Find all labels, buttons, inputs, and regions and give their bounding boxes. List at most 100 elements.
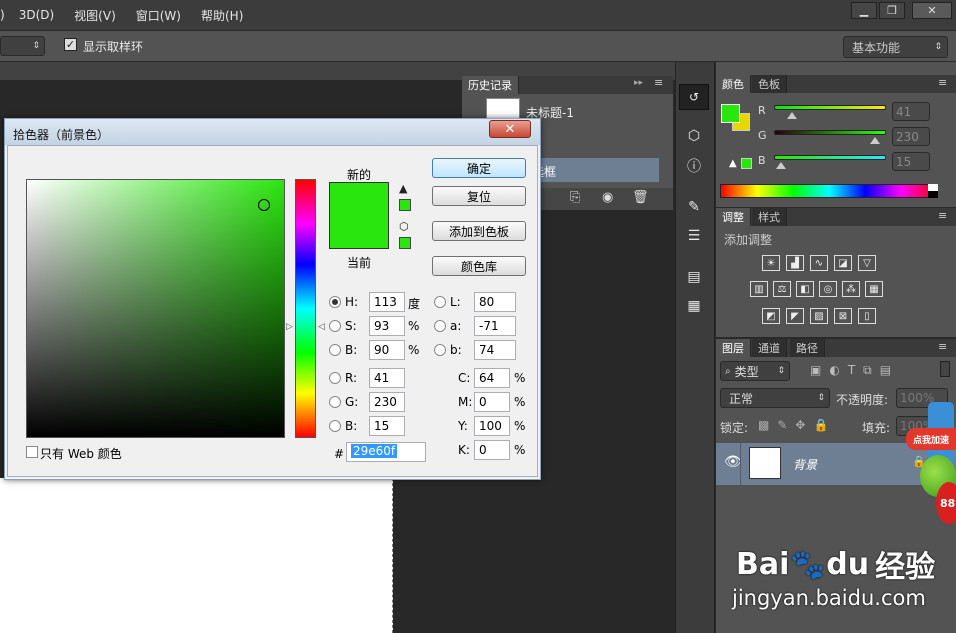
tab-swatches[interactable]: 色板: [752, 75, 787, 93]
character-icon[interactable]: ▤: [681, 265, 707, 289]
dialog-titlebar[interactable]: 拾色器（前景色）: [5, 119, 540, 145]
menu-item-view[interactable]: 视图(V): [74, 7, 116, 24]
hue-arrow-left-icon[interactable]: ▷: [286, 322, 293, 332]
radio-lab-b[interactable]: [434, 344, 446, 356]
web-safe-swatch[interactable]: [399, 237, 411, 249]
curves-icon[interactable]: ∿: [810, 255, 828, 271]
spectrum-black[interactable]: [928, 191, 938, 198]
add-to-swatches-button[interactable]: 添加到色板: [432, 221, 526, 241]
hue-saturation-icon[interactable]: ▥: [750, 281, 768, 297]
workspace-select[interactable]: 基本功能 ⇕: [843, 36, 948, 58]
radio-b[interactable]: [329, 344, 341, 356]
smart-filter-icon[interactable]: ▤: [880, 363, 891, 378]
info-icon[interactable]: ⓘ: [681, 154, 707, 178]
foreground-color-swatch[interactable]: [721, 104, 740, 123]
gamut-warning-icon[interactable]: ▲: [729, 158, 737, 169]
tab-channels[interactable]: 通道: [752, 339, 787, 357]
filter-toggle-switch[interactable]: [940, 361, 950, 377]
channel-slider-r[interactable]: [774, 105, 886, 110]
camera-icon[interactable]: ◉: [602, 190, 613, 205]
layer-name[interactable]: 背景: [793, 456, 817, 473]
menu-item-3d[interactable]: 3D(D): [19, 8, 54, 22]
web-colors-only-checkbox[interactable]: [26, 446, 38, 458]
gamut-swatch[interactable]: [399, 199, 411, 211]
brush-icon[interactable]: ✎: [681, 195, 707, 219]
lab-field-a[interactable]: -71: [474, 316, 516, 336]
color-field[interactable]: [26, 179, 285, 438]
brush-presets-icon[interactable]: ☰: [681, 224, 707, 248]
gamut-warning-icon[interactable]: ▲: [399, 182, 407, 195]
sample-size-select[interactable]: ⇕: [0, 36, 45, 56]
reset-button[interactable]: 复位: [432, 186, 526, 206]
cmyk-field-c[interactable]: 64: [474, 368, 510, 388]
paragraph-icon[interactable]: ▦: [681, 294, 707, 318]
tab-layers[interactable]: 图层: [716, 339, 751, 357]
radio-r[interactable]: [329, 372, 341, 384]
panel-menu-icon[interactable]: ≡: [938, 209, 947, 222]
document-canvas[interactable]: [0, 478, 393, 633]
color-lookup-icon[interactable]: ▦: [865, 281, 883, 297]
radio-s[interactable]: [329, 320, 341, 332]
panel-menu-icon[interactable]: ≡: [938, 340, 947, 353]
blend-mode-select[interactable]: 正常 ⇕: [720, 388, 830, 408]
3d-cube-icon[interactable]: ⬡: [681, 124, 707, 148]
channel-field-b[interactable]: 15: [892, 152, 930, 171]
radio-lab-a[interactable]: [434, 320, 446, 332]
channel-mixer-icon[interactable]: ⁂: [842, 281, 860, 297]
speed-number-badge[interactable]: 88: [936, 482, 956, 524]
exposure-icon[interactable]: ◪: [834, 255, 852, 271]
vibrance-icon[interactable]: ▽: [858, 255, 876, 271]
channel-slider-thumb[interactable]: [870, 137, 880, 144]
hsb-field-s[interactable]: 93: [369, 316, 405, 336]
radio-lab-l[interactable]: [434, 296, 446, 308]
web-cube-icon[interactable]: ⬡: [399, 220, 409, 233]
current-color-swatch[interactable]: [329, 215, 389, 249]
pixel-filter-icon[interactable]: ▣: [810, 363, 821, 378]
radio-b[interactable]: [329, 420, 341, 432]
collapse-icon[interactable]: ▸▸: [634, 78, 643, 88]
channel-slider-thumb[interactable]: [776, 162, 786, 169]
photo-filter-icon[interactable]: ◎: [819, 281, 837, 297]
lock-position-icon[interactable]: ✥: [795, 418, 805, 432]
cmyk-field-y[interactable]: 100: [474, 416, 510, 436]
hue-arrow-right-icon[interactable]: ◁: [318, 322, 325, 332]
adjust-filter-icon[interactable]: ◐: [829, 363, 839, 378]
panel-menu-icon[interactable]: ≡: [654, 76, 663, 89]
tab-history[interactable]: 历史记录: [462, 76, 519, 94]
spectrum-white[interactable]: [928, 184, 938, 191]
menu-item-window[interactable]: 窗口(W): [136, 7, 181, 24]
maximize-button[interactable]: ❐: [879, 2, 905, 19]
hue-slider[interactable]: [295, 179, 316, 438]
tab-adjustments[interactable]: 调整: [716, 208, 751, 226]
history-icon[interactable]: ↺: [679, 84, 709, 110]
color-spectrum-bar[interactable]: [720, 184, 938, 198]
tab-styles[interactable]: 样式: [752, 208, 787, 226]
panel-menu-icon[interactable]: ≡: [938, 76, 947, 89]
lab-field-l[interactable]: 80: [474, 292, 516, 312]
brightness-icon[interactable]: ☀: [762, 255, 780, 271]
lock-paint-icon[interactable]: ✎: [777, 418, 787, 432]
channel-slider-thumb[interactable]: [787, 112, 797, 119]
radio-h[interactable]: [329, 296, 341, 308]
invert-icon[interactable]: ◩: [762, 308, 780, 324]
menu-item-help[interactable]: 帮助(H): [201, 7, 243, 24]
minimize-button[interactable]: ▁: [851, 2, 877, 19]
menu-item-cut[interactable]: ): [0, 8, 5, 22]
threshold-icon[interactable]: ▨: [810, 308, 828, 324]
hsb-field-b[interactable]: 90: [369, 340, 405, 360]
speed-badge-label[interactable]: 点我加速: [906, 428, 956, 450]
hsb-field-h[interactable]: 113: [369, 292, 405, 312]
gamut-color-swatch[interactable]: [741, 158, 752, 169]
shape-filter-icon[interactable]: ⧉: [863, 363, 872, 378]
trash-icon[interactable]: 🗑: [632, 190, 649, 205]
new-document-icon[interactable]: ⎘: [570, 190, 580, 205]
posterize-icon[interactable]: ◤: [786, 308, 804, 324]
color-balance-icon[interactable]: ⚖: [773, 281, 791, 297]
rgb-field-g[interactable]: 230: [369, 392, 405, 412]
black-white-icon[interactable]: ◧: [796, 281, 814, 297]
cmyk-field-k[interactable]: 0: [474, 440, 510, 460]
hex-input[interactable]: 29e60f: [346, 442, 426, 462]
gradient-map-icon[interactable]: ⊠: [834, 308, 852, 324]
color-libraries-button[interactable]: 颜色库: [432, 256, 526, 276]
levels-icon[interactable]: ▟: [786, 255, 804, 271]
